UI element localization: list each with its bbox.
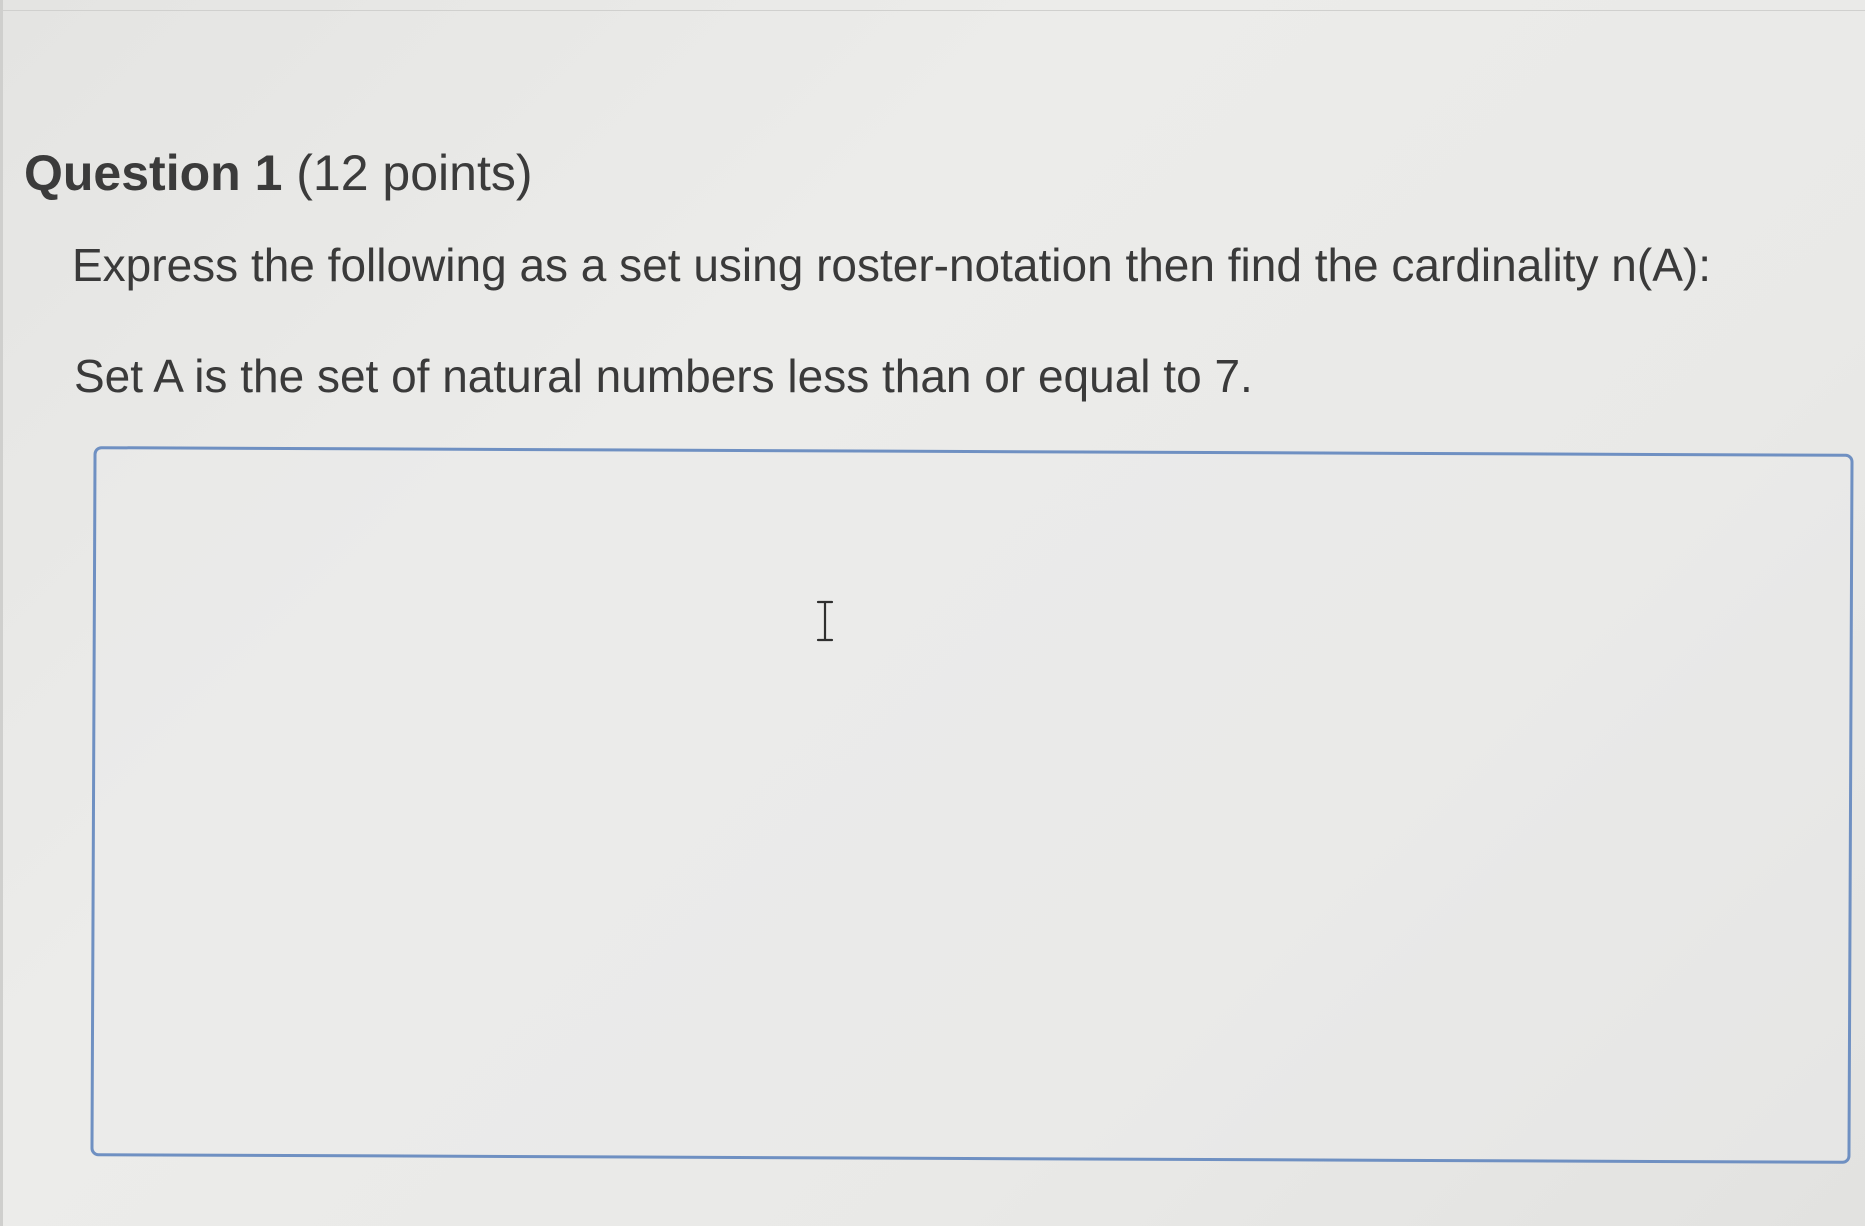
question-title: Question 1 (12 points) [24, 143, 533, 203]
answer-textarea[interactable] [90, 446, 1854, 1164]
question-points: (12 points) [282, 145, 533, 201]
question-prompt: Express the following as a set using ros… [72, 239, 1711, 291]
text-cursor-icon [816, 600, 834, 642]
set-description: Set A is the set of natural numbers less… [74, 350, 1253, 402]
question-label: Question 1 [24, 145, 283, 201]
top-divider [0, 0, 1865, 11]
page-left-edge [0, 0, 3, 1226]
